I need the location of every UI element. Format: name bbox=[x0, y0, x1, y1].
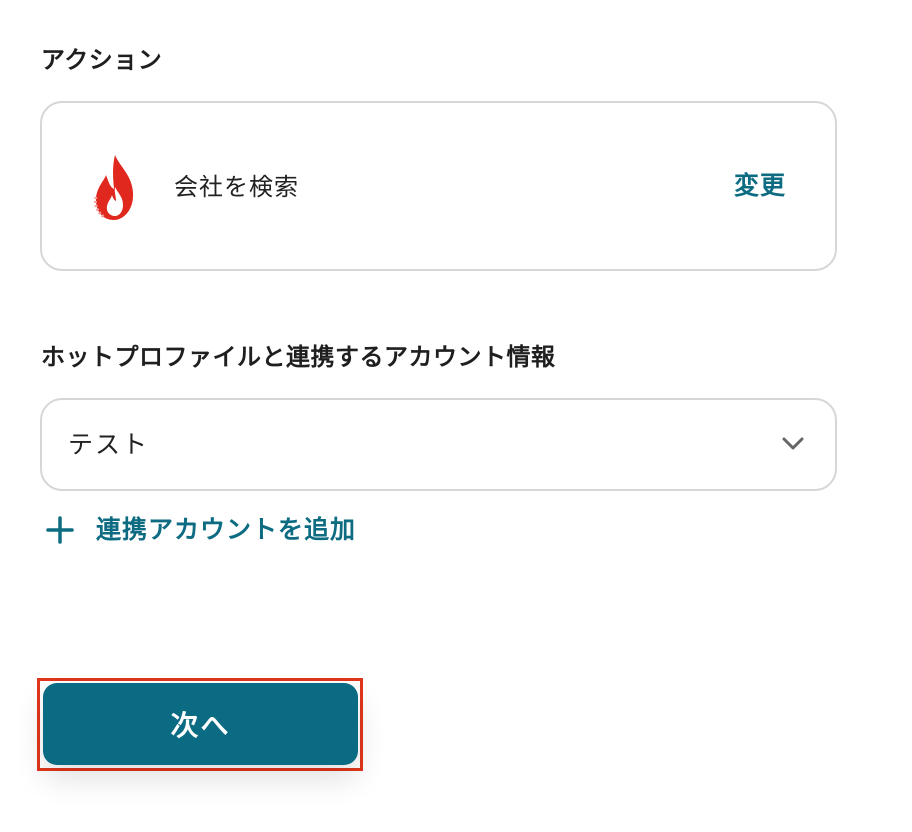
change-action-link[interactable]: 変更 bbox=[734, 169, 786, 203]
plus-icon bbox=[46, 516, 74, 544]
page: アクション 会社を検索 変更 ホットプロファイルと連携するアカウント情報 テスト… bbox=[0, 0, 912, 832]
account-select-value: テスト bbox=[68, 430, 150, 459]
action-name: 会社を検索 bbox=[174, 173, 299, 201]
account-select[interactable]: テスト bbox=[40, 398, 837, 491]
add-account-label: 連携アカウントを追加 bbox=[96, 515, 357, 544]
next-button[interactable]: 次へ bbox=[43, 683, 358, 765]
account-section-label: ホットプロファイルと連携するアカウント情報 bbox=[41, 343, 556, 371]
action-card: 会社を検索 変更 bbox=[40, 101, 837, 271]
chevron-down-icon bbox=[782, 437, 804, 450]
hotprofile-flame-icon bbox=[94, 155, 134, 220]
add-account-button[interactable]: 連携アカウントを追加 bbox=[46, 510, 356, 550]
action-section-label: アクション bbox=[41, 46, 163, 74]
